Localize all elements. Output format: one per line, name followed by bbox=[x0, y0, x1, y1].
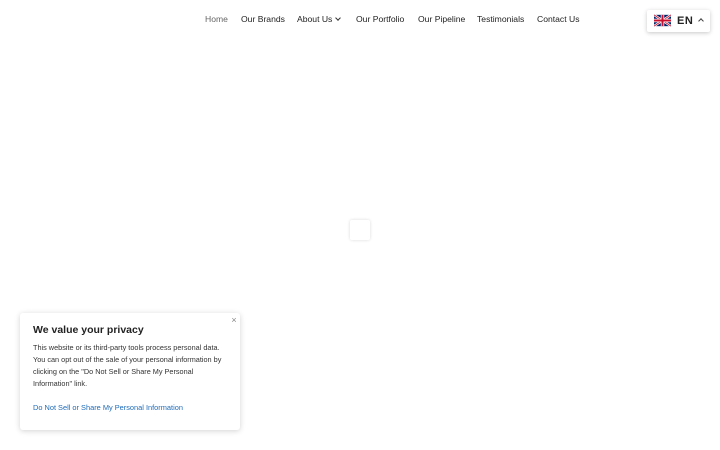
chevron-up-icon bbox=[698, 18, 704, 24]
uk-flag-icon bbox=[654, 14, 671, 27]
nav-item-our-pipeline[interactable]: Our Pipeline bbox=[418, 14, 465, 24]
nav-item-testimonials[interactable]: Testimonials bbox=[477, 14, 524, 24]
loading-indicator bbox=[350, 220, 370, 240]
do-not-sell-link[interactable]: Do Not Sell or Share My Personal Informa… bbox=[33, 403, 183, 412]
privacy-consent-banner: × We value your privacy This website or … bbox=[20, 313, 240, 430]
language-switcher[interactable]: EN bbox=[647, 10, 710, 32]
language-code: EN bbox=[677, 15, 694, 27]
nav-item-our-brands[interactable]: Our Brands bbox=[241, 14, 285, 24]
chevron-down-icon bbox=[335, 15, 342, 21]
close-icon[interactable]: × bbox=[229, 315, 239, 325]
nav-item-our-portfolio[interactable]: Our Portfolio bbox=[356, 14, 404, 24]
nav-item-about-us[interactable]: About Us bbox=[297, 14, 342, 24]
nav-item-about-us-label: About Us bbox=[297, 14, 333, 24]
nav-item-home[interactable]: Home bbox=[205, 14, 228, 24]
consent-body: This website or its third-party tools pr… bbox=[33, 343, 222, 388]
consent-title: We value your privacy bbox=[33, 324, 144, 336]
top-navigation: Home Our Brands About Us Our Portfolio O… bbox=[0, 0, 720, 40]
nav-item-contact-us[interactable]: Contact Us bbox=[537, 14, 580, 24]
